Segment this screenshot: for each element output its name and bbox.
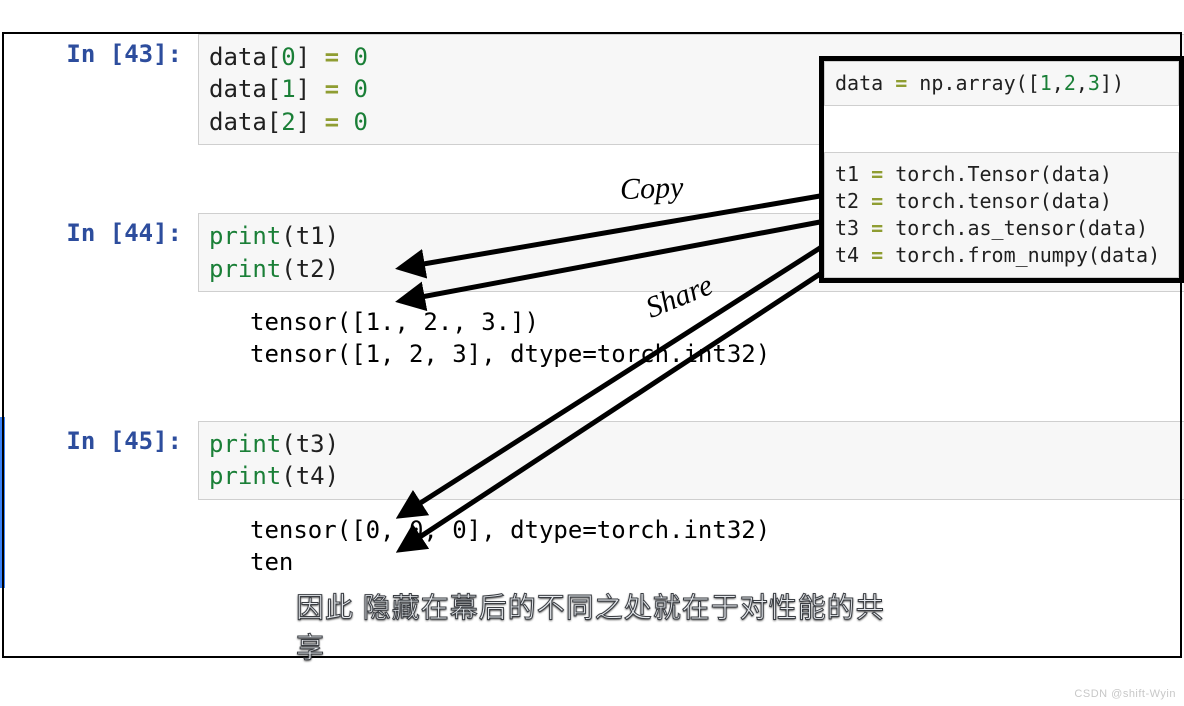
subtitle-overlay: 因此 隐藏在幕后的不同之处就在于对性能的共享 (296, 586, 888, 666)
label-copy: Copy (619, 171, 683, 207)
annotation-top: data = np.array([1,2,3]) (824, 61, 1179, 106)
annotation-panel: data = np.array([1,2,3]) t1 = torch.Tens… (819, 56, 1184, 283)
watermark: CSDN @shift-Wyin (1074, 688, 1176, 700)
annotation-bottom: t1 = torch.Tensor(data)t2 = torch.tensor… (824, 152, 1179, 278)
